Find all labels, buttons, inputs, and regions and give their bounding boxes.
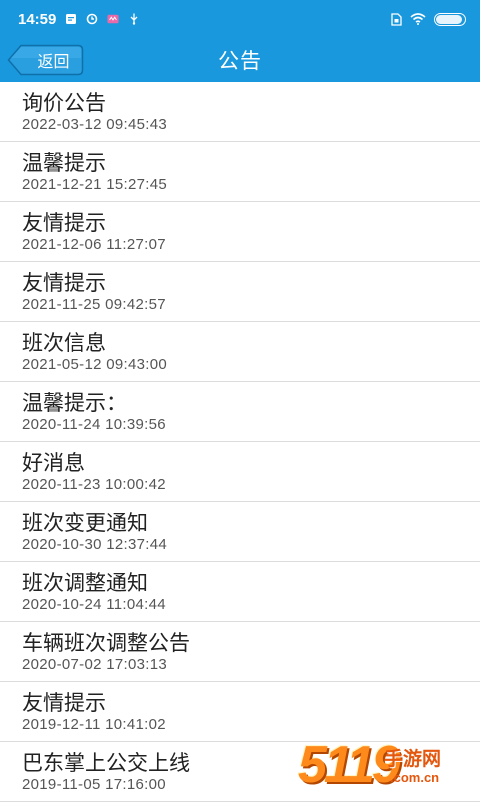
notice-date: 2020-11-23 10:00:42	[22, 475, 166, 493]
notice-item[interactable]: 班次调整通知 2020-10-24 11:04:44	[0, 562, 480, 622]
status-time: 14:59	[18, 10, 57, 28]
notice-date: 2020-10-24 11:04:44	[22, 595, 166, 613]
notice-date: 2020-07-02 17:03:13	[22, 655, 167, 673]
notice-item[interactable]: 班次信息 2021-05-12 09:43:00	[0, 322, 480, 382]
page-title: 公告	[218, 49, 262, 73]
notice-item[interactable]: 友情提示 2021-11-25 09:42:57	[0, 262, 480, 322]
status-bar: 14:59	[0, 0, 480, 38]
notice-date: 2020-11-24 10:39:56	[22, 415, 166, 433]
notice-title: 车辆班次调整公告	[22, 630, 190, 655]
battery-level	[436, 14, 463, 24]
message-icon	[65, 13, 77, 25]
wifi-icon	[410, 13, 426, 25]
status-right	[390, 12, 466, 26]
notice-item[interactable]: 车辆班次调整公告 2020-07-02 17:03:13	[0, 622, 480, 682]
watermark-logo: 5119 手游网 .com.cn	[298, 734, 474, 796]
notice-item[interactable]: 询价公告 2022-03-12 09:45:43	[0, 82, 480, 142]
battery-icon	[434, 12, 466, 26]
notice-title: 好消息	[22, 450, 85, 475]
notice-item[interactable]: 友情提示 2021-12-06 11:27:07	[0, 202, 480, 262]
notice-title: 询价公告	[22, 90, 106, 115]
notice-item[interactable]: 班次变更通知 2020-10-30 12:37:44	[0, 502, 480, 562]
notice-list: 询价公告 2022-03-12 09:45:43 温馨提示 2021-12-21…	[0, 82, 480, 802]
watermark-url: .com.cn	[390, 770, 440, 785]
notice-item[interactable]: 温馨提示： 2020-11-24 10:39:56	[0, 382, 480, 442]
back-button-label: 返回	[37, 52, 70, 71]
sim-icon	[390, 12, 402, 26]
status-left: 14:59	[18, 11, 140, 28]
notice-item[interactable]: 温馨提示 2021-12-21 15:27:45	[0, 142, 480, 202]
notice-date: 2019-12-11 10:41:02	[22, 715, 166, 733]
notice-title: 温馨提示	[22, 150, 106, 175]
notice-title: 友情提示	[22, 210, 106, 235]
sync-icon	[86, 13, 98, 25]
watermark-text: 手游网	[384, 748, 442, 770]
notice-date: 2022-03-12 09:45:43	[22, 115, 167, 133]
watermark-number: 5119	[298, 736, 401, 794]
notice-title: 班次调整通知	[22, 570, 148, 595]
notice-date: 2021-12-06 11:27:07	[22, 235, 166, 253]
back-button[interactable]: 返回	[7, 44, 84, 76]
title-bar: 返回 公告	[0, 38, 480, 82]
usb-icon	[128, 13, 140, 25]
notice-title: 友情提示	[22, 690, 106, 715]
notice-item[interactable]: 友情提示 2019-12-11 10:41:02	[0, 682, 480, 742]
app-badge-icon	[107, 13, 119, 25]
notice-title: 班次变更通知	[22, 510, 148, 535]
notice-title: 友情提示	[22, 270, 106, 295]
notice-title: 温馨提示：	[22, 390, 127, 415]
notice-date: 2021-05-12 09:43:00	[22, 355, 167, 373]
notice-date: 2021-11-25 09:42:57	[22, 295, 166, 313]
notice-title: 班次信息	[22, 330, 106, 355]
notice-item[interactable]: 好消息 2020-11-23 10:00:42	[0, 442, 480, 502]
notice-date: 2020-10-30 12:37:44	[22, 535, 167, 553]
notice-date: 2021-12-21 15:27:45	[22, 175, 167, 193]
